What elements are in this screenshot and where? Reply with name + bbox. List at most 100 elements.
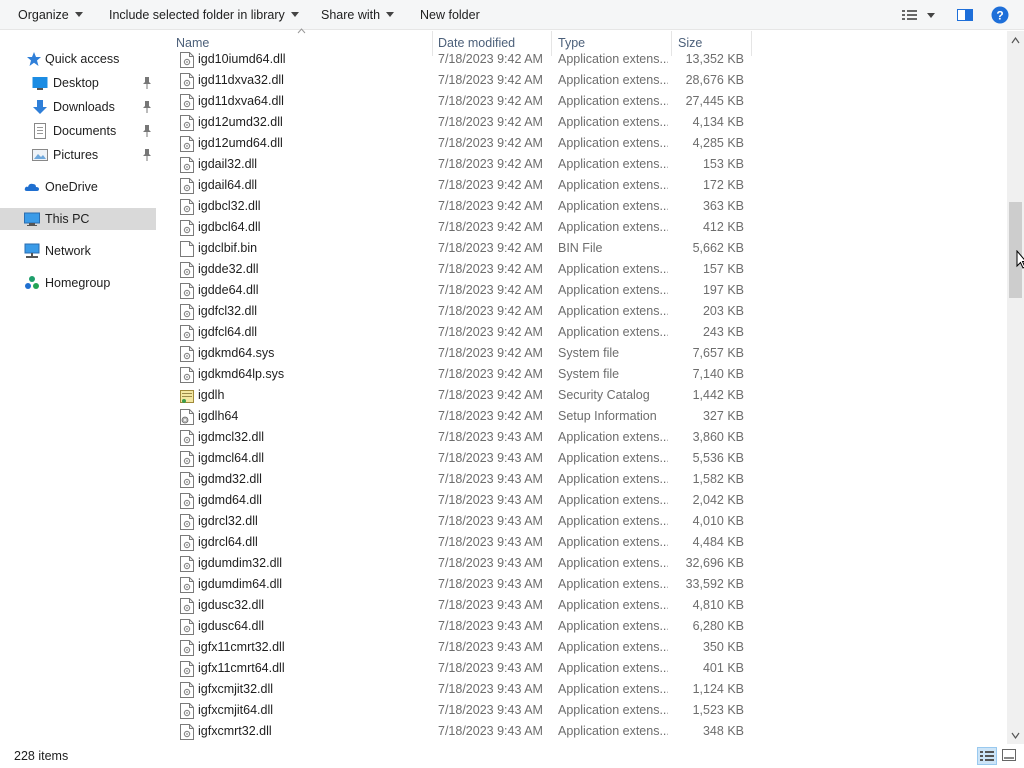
file-size: 7,140 KB [692,367,744,381]
dll-icon [180,556,194,572]
file-date-modified: 7/18/2023 9:43 AM [438,598,543,612]
help-icon[interactable]: ? [991,6,1009,24]
file-row[interactable]: igdmd64.dll 7/18/2023 9:43 AM Application … [170,490,755,511]
file-row[interactable]: igdbcl64.dll 7/18/2023 9:42 AM Application… [170,217,755,238]
blank-file-icon [180,241,194,257]
file-row[interactable]: igdail64.dll 7/18/2023 9:42 AM Application… [170,175,755,196]
file-name: igd12umd64.dll [198,136,283,150]
pin-icon[interactable] [142,76,152,90]
file-row[interactable]: igd12umd64.dll 7/18/2023 9:42 AM Applicati… [170,133,755,154]
include-in-library-button[interactable]: Include selected folder in library [109,0,299,30]
dll-icon [180,472,194,488]
file-size: 13,352 KB [685,52,744,66]
preview-pane-icon[interactable] [956,6,974,24]
nav-item-this-pc[interactable]: This PC [0,208,156,230]
organize-button[interactable]: Organize [18,0,83,30]
navigation-pane: Quick access Desktop Downloads Documents… [0,31,158,744]
file-row[interactable]: igdlh 7/18/2023 9:42 AM Security Catalog 1,… [170,385,755,406]
nav-item-onedrive[interactable]: OneDrive [0,176,156,198]
nav-item-network[interactable]: Network [0,240,156,262]
nav-item-pictures[interactable]: Pictures [0,144,156,166]
nav-label: Downloads [53,100,115,114]
dll-icon [180,430,194,446]
file-row[interactable]: igdkmd64.sys 7/18/2023 9:42 AM System file… [170,343,755,364]
file-row[interactable]: igdail32.dll 7/18/2023 9:42 AM Application… [170,154,755,175]
file-size: 1,442 KB [692,388,744,402]
file-row[interactable]: igdkmd64lp.sys 7/18/2023 9:42 AM System fi… [170,364,755,385]
file-name: igfxcmrt32.dll [198,724,272,738]
file-row[interactable]: igfxcmjit64.dll 7/18/2023 9:43 AM Applicat… [170,700,755,721]
file-row[interactable]: igdfcl32.dll 7/18/2023 9:42 AM Application… [170,301,755,322]
file-size: 348 KB [702,724,744,738]
new-folder-button[interactable]: New folder [420,0,480,30]
share-with-button[interactable]: Share with [321,0,395,30]
details-view-button[interactable] [977,747,997,765]
item-count: 228 items [14,749,69,763]
vertical-scrollbar[interactable] [1007,31,1024,744]
nav-item-downloads[interactable]: Downloads [0,96,156,118]
file-row[interactable]: igd11dxva32.dll 7/18/2023 9:42 AM Applicat… [170,70,755,91]
file-row[interactable]: igdumdim64.dll 7/18/2023 9:43 AM Applicati… [170,574,755,595]
file-date-modified: 7/18/2023 9:43 AM [438,514,543,528]
large-icons-view-button[interactable] [1000,747,1020,765]
pin-icon[interactable] [142,148,152,162]
scroll-up-arrow-icon[interactable] [1011,36,1020,45]
file-row[interactable]: igdde32.dll 7/18/2023 9:42 AM Application … [170,259,755,280]
file-row[interactable]: igd11dxva64.dll 7/18/2023 9:42 AM Applicat… [170,91,755,112]
file-row[interactable]: igdbcl32.dll 7/18/2023 9:42 AM Application… [170,196,755,217]
file-row[interactable]: igdfcl64.dll 7/18/2023 9:42 AM Application… [170,322,755,343]
dll-icon [180,451,194,467]
file-row[interactable]: igdclbif.bin 7/18/2023 9:42 AM BIN File 5,6… [170,238,755,259]
file-row[interactable]: igfxcmrt32.dll 7/18/2023 9:43 AM Applicati… [170,721,755,742]
file-name: igdde32.dll [198,262,259,276]
file-date-modified: 7/18/2023 9:42 AM [438,409,543,423]
file-size: 172 KB [702,178,744,192]
dll-icon [180,220,194,236]
file-type: Application extens... [558,514,668,528]
chevron-down-icon [74,12,83,17]
file-row[interactable]: igdlh64 7/18/2023 9:42 AM Setup Informatio… [170,406,755,427]
pictures-icon [32,149,48,161]
file-size: 3,860 KB [692,430,744,444]
file-row[interactable]: igdumdim32.dll 7/18/2023 9:43 AM Applicati… [170,553,755,574]
scroll-down-arrow-icon[interactable] [1011,731,1020,740]
pin-icon[interactable] [142,100,152,114]
file-date-modified: 7/18/2023 9:42 AM [438,136,543,150]
change-view-icon[interactable] [901,6,941,24]
file-row[interactable]: igdrcl32.dll 7/18/2023 9:43 AM Application… [170,511,755,532]
file-row[interactable]: igd12umd32.dll 7/18/2023 9:42 AM Applicati… [170,112,755,133]
file-name: igdfcl32.dll [198,304,258,318]
nav-item-desktop[interactable]: Desktop [0,72,156,94]
file-row[interactable]: igfx11cmrt64.dll 7/18/2023 9:43 AM Applica… [170,658,755,679]
file-row[interactable]: igdrcl64.dll 7/18/2023 9:43 AM Application… [170,532,755,553]
file-row[interactable]: igdmcl32.dll 7/18/2023 9:43 AM Application… [170,427,755,448]
file-row[interactable]: igdde64.dll 7/18/2023 9:42 AM Application … [170,280,755,301]
file-name: igd12umd32.dll [198,115,283,129]
inf-icon [180,409,194,425]
file-type: Application extens... [558,661,668,675]
file-type: Application extens... [558,52,668,66]
file-date-modified: 7/18/2023 9:43 AM [438,451,543,465]
nav-item-quick-access[interactable]: Quick access [0,48,156,70]
file-row[interactable]: igdusc64.dll 7/18/2023 9:43 AM Application… [170,616,755,637]
pin-icon[interactable] [142,124,152,138]
file-row[interactable]: igfx11cmrt32.dll 7/18/2023 9:43 AM Applica… [170,637,755,658]
file-row[interactable]: igdmd32.dll 7/18/2023 9:43 AM Application … [170,469,755,490]
file-type: Application extens... [558,199,668,213]
download-arrow-icon [33,100,47,114]
file-row[interactable]: igdmcl64.dll 7/18/2023 9:43 AM Application… [170,448,755,469]
file-name: igdusc64.dll [198,619,265,633]
sys-icon [180,346,194,362]
file-row[interactable]: igfxcmjit32.dll 7/18/2023 9:43 AM Applicat… [170,679,755,700]
file-date-modified: 7/18/2023 9:42 AM [438,52,543,66]
status-bar: 228 items [0,744,1024,768]
file-list: igd10iumd64.dll 7/18/2023 9:42 AM Applicat… [170,49,760,744]
file-date-modified: 7/18/2023 9:43 AM [438,619,543,633]
file-row[interactable]: igd10iumd64.dll 7/18/2023 9:42 AM Applicat… [170,49,755,70]
file-type: Application extens... [558,451,668,465]
nav-item-documents[interactable]: Documents [0,120,156,142]
file-name: igdrcl32.dll [198,514,258,528]
file-row[interactable]: igdusc32.dll 7/18/2023 9:43 AM Application… [170,595,755,616]
column-header-label: Name [176,36,210,50]
nav-item-homegroup[interactable]: Homegroup [0,272,156,294]
